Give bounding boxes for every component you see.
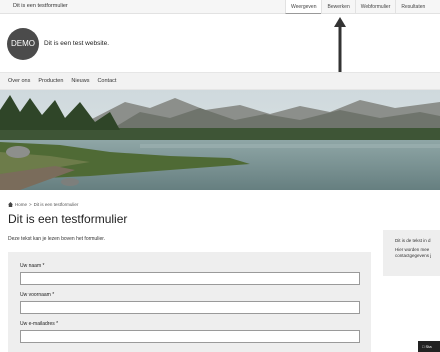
- breadcrumb-current: Dit is een testformulier: [33, 202, 79, 207]
- admin-bar: Dit is een testformulier Weergeven Bewer…: [0, 0, 440, 14]
- page: Dit is een testformulier Weergeven Bewer…: [0, 0, 440, 352]
- nav-item-nieuws[interactable]: Nieuws: [71, 73, 89, 89]
- nav-item-producten[interactable]: Producten: [38, 73, 63, 89]
- arrow-up-icon: [334, 17, 346, 72]
- sidebar-text-2a: Hier worden mee: [395, 247, 430, 252]
- chat-button[interactable]: □ Sta: [418, 341, 440, 352]
- page-title: Dit is een testformulier: [8, 212, 128, 226]
- nav-item-over-ons[interactable]: Over ons: [8, 73, 30, 89]
- tab-resultaten[interactable]: Resultaten: [395, 0, 430, 14]
- breadcrumb: Home > Dit is een testformulier: [8, 202, 78, 207]
- tab-weergeven[interactable]: Weergeven: [285, 0, 322, 14]
- field-label-email: Uw e-mailadres *: [20, 321, 59, 327]
- admin-tabs: Weergeven Bewerken Webformulier Resultat…: [285, 0, 430, 14]
- home-icon: [8, 202, 13, 207]
- sidebar-text-1: Dit is de tekst in d: [395, 238, 431, 243]
- sidebar-block: Dit is de tekst in d Hier worden mee con…: [383, 230, 440, 276]
- webform: Uw naam * Uw voornaam * Uw e-mailadres *: [8, 252, 371, 352]
- admin-bar-title: Dit is een testformulier: [13, 3, 68, 9]
- sidebar-text-2: Hier worden mee contactgegevens j: [395, 247, 440, 259]
- field-label-naam: Uw naam *: [20, 263, 45, 269]
- site-name: Dit is een test website.: [44, 40, 110, 47]
- email-input[interactable]: [20, 330, 360, 343]
- field-label-voornaam: Uw voornaam *: [20, 292, 55, 298]
- hero-image: [0, 90, 440, 190]
- site-logo[interactable]: DEMO: [7, 28, 39, 60]
- naam-input[interactable]: [20, 272, 360, 285]
- intro-text: Deze tekst kan je lezen boven het formul…: [8, 236, 105, 242]
- main-nav: Over ons Producten Nieuws Contact: [0, 72, 440, 90]
- tab-webformulier[interactable]: Webformulier: [354, 0, 396, 14]
- voornaam-input[interactable]: [20, 301, 360, 314]
- sidebar-text-2b: contactgegevens j: [395, 253, 432, 258]
- tab-bewerken[interactable]: Bewerken: [321, 0, 354, 14]
- chat-icon: □: [422, 344, 425, 349]
- breadcrumb-separator: >: [29, 202, 32, 207]
- chat-label: Sta: [425, 344, 432, 349]
- nav-item-contact[interactable]: Contact: [97, 73, 116, 89]
- breadcrumb-home[interactable]: Home: [15, 202, 27, 207]
